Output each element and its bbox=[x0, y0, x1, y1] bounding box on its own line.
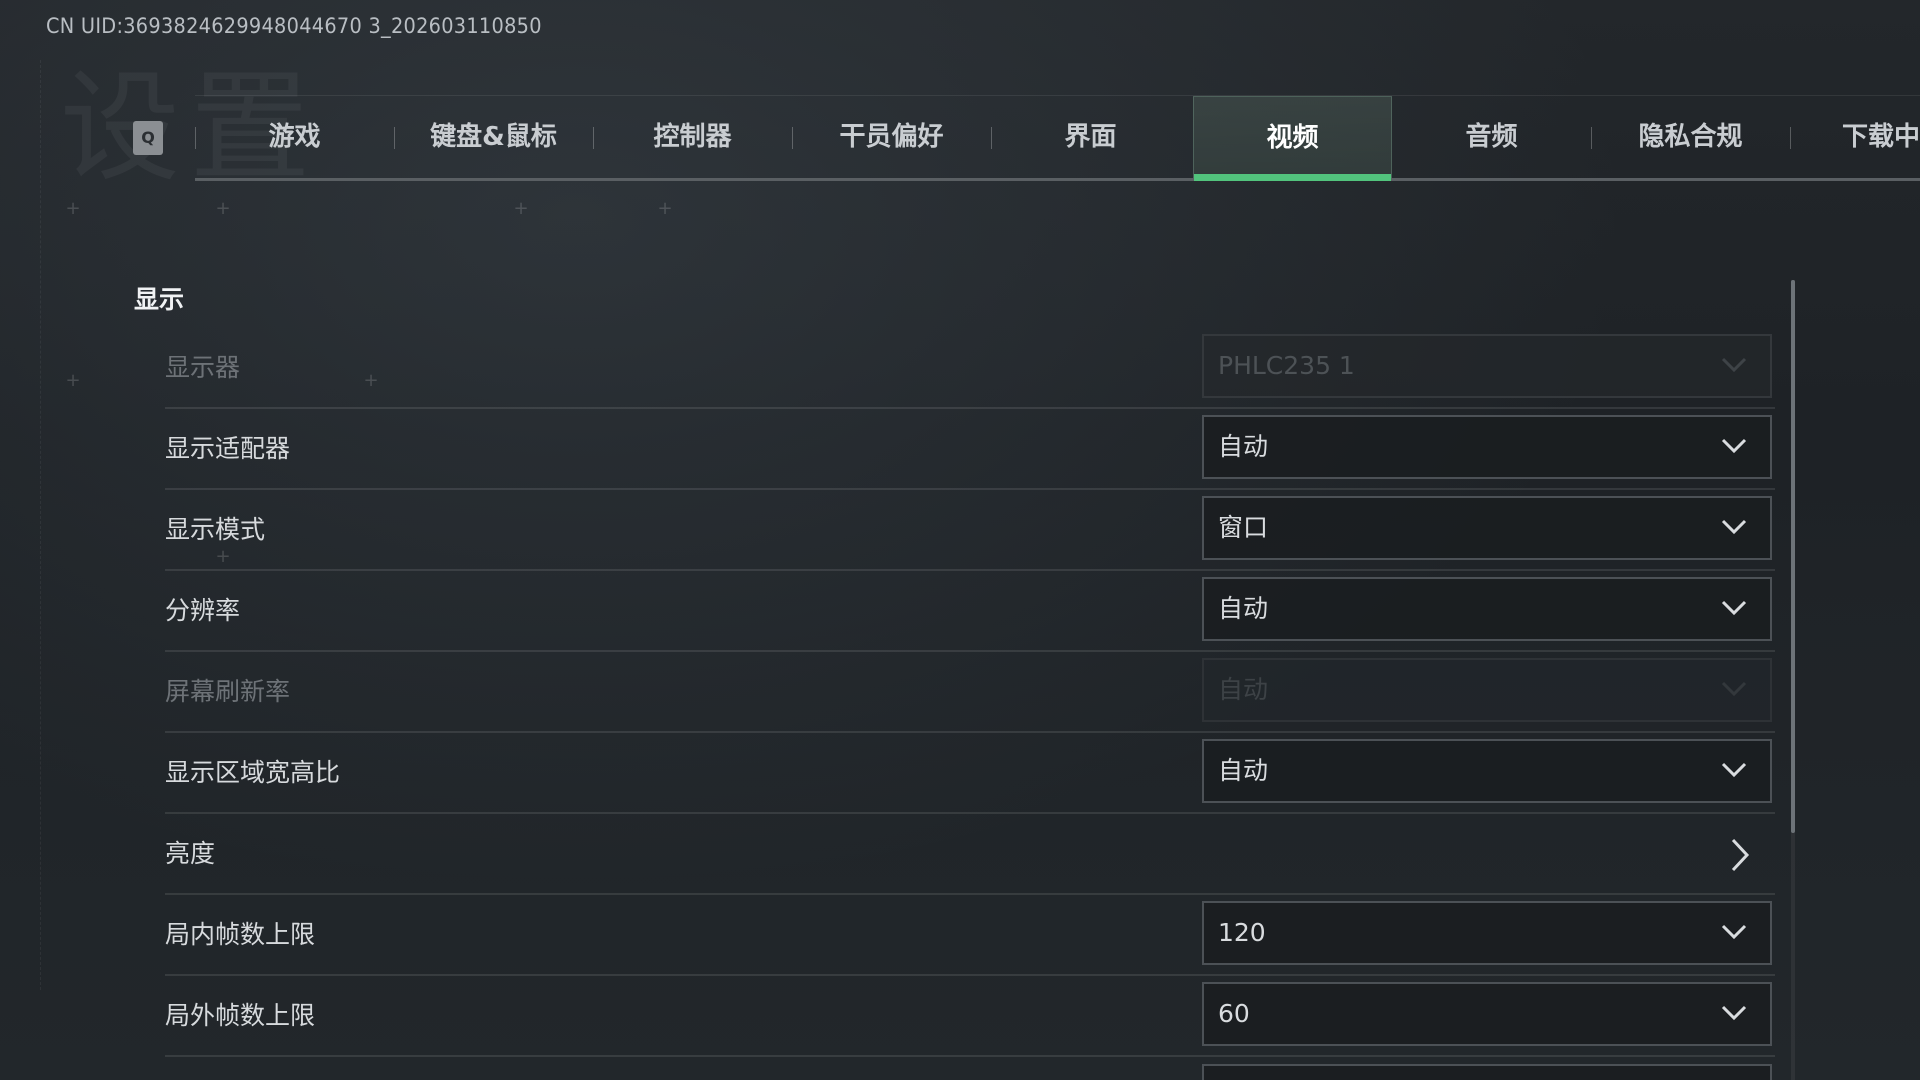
tab-privacy-compliance[interactable]: 隐私合规 bbox=[1591, 96, 1790, 178]
crosshair-icon: + bbox=[657, 198, 673, 219]
setting-label: 显示模式 bbox=[165, 515, 266, 544]
monitor-dropdown: PHLC235 1 bbox=[1202, 334, 1772, 398]
display-adapter-dropdown[interactable]: 自动 bbox=[1202, 415, 1772, 479]
dropdown-value: 自动 bbox=[1218, 432, 1269, 461]
crosshair-icon: + bbox=[215, 198, 231, 219]
dropdown-value: 自动 bbox=[1218, 756, 1269, 785]
setting-label: 显示区域宽高比 bbox=[165, 758, 341, 787]
crosshair-icon: + bbox=[65, 370, 81, 391]
setting-row-display-adapter: 显示适配器 自动 bbox=[165, 410, 1775, 490]
settings-screen: 设置 + + + + + + + CN UID:3693824629948044… bbox=[0, 0, 1920, 1080]
tab-audio[interactable]: 音频 bbox=[1392, 96, 1591, 178]
chevron-down-icon bbox=[1721, 600, 1747, 616]
chevron-down-icon bbox=[1721, 1005, 1747, 1021]
setting-label: 分辨率 bbox=[165, 596, 241, 625]
chevron-down-icon bbox=[1721, 924, 1747, 940]
tab-downloading[interactable]: 下载中 bbox=[1790, 96, 1920, 178]
chevron-down-icon bbox=[1721, 519, 1747, 535]
setting-row-aspect-ratio: 显示区域宽高比 自动 bbox=[165, 734, 1775, 814]
setting-row-refresh-rate: 屏幕刷新率 自动 bbox=[165, 653, 1775, 733]
setting-label: 亮度 bbox=[165, 839, 216, 868]
refresh-rate-dropdown: 自动 bbox=[1202, 658, 1772, 722]
tab-video[interactable]: 视频 bbox=[1193, 96, 1392, 181]
prev-tab-key-hint[interactable]: Q bbox=[133, 121, 163, 155]
decorative-scale bbox=[40, 60, 43, 990]
crosshair-icon: + bbox=[65, 198, 81, 219]
display-mode-dropdown[interactable]: 窗口 bbox=[1202, 496, 1772, 560]
crosshair-icon: + bbox=[513, 198, 529, 219]
dropdown-value: 120 bbox=[1218, 918, 1266, 947]
chevron-down-icon bbox=[1721, 357, 1747, 373]
tab-controller[interactable]: 控制器 bbox=[593, 96, 792, 178]
resolution-dropdown[interactable]: 自动 bbox=[1202, 577, 1772, 641]
chevron-down-icon bbox=[1721, 438, 1747, 454]
tab-keyboard-mouse[interactable]: 键盘&鼠标 bbox=[394, 96, 593, 178]
setting-label: 局外帧数上限 bbox=[165, 1001, 316, 1030]
setting-row-outgame-fps-limit: 局外帧数上限 60 bbox=[165, 977, 1775, 1057]
tab-game[interactable]: 游戏 bbox=[195, 96, 394, 178]
scrollbar-thumb[interactable] bbox=[1791, 280, 1795, 833]
aspect-ratio-dropdown[interactable]: 自动 bbox=[1202, 739, 1772, 803]
dropdown-value: 窗口 bbox=[1218, 513, 1269, 542]
setting-row-ingame-fps-limit: 局内帧数上限 120 bbox=[165, 896, 1775, 976]
tab-bar-underline bbox=[195, 178, 1920, 181]
dropdown-value: PHLC235 1 bbox=[1218, 351, 1355, 380]
next-setting-dropdown-partial[interactable] bbox=[1202, 1064, 1772, 1080]
setting-row-brightness[interactable]: 亮度 bbox=[165, 815, 1775, 895]
setting-row-display-mode: 显示模式 窗口 bbox=[165, 491, 1775, 571]
setting-label: 显示器 bbox=[165, 353, 241, 382]
outgame-fps-limit-dropdown[interactable]: 60 bbox=[1202, 982, 1772, 1046]
setting-row-monitor: 显示器 PHLC235 1 bbox=[165, 329, 1775, 409]
section-title-display: 显示 bbox=[134, 285, 185, 314]
dropdown-value: 自动 bbox=[1218, 594, 1269, 623]
tab-interface[interactable]: 界面 bbox=[991, 96, 1190, 178]
chevron-down-icon bbox=[1721, 762, 1747, 778]
uid-label: CN UID:3693824629948044670 3_20260311085… bbox=[46, 14, 542, 38]
chevron-right-icon[interactable] bbox=[1729, 837, 1751, 873]
setting-label: 显示适配器 bbox=[165, 434, 291, 463]
dropdown-value: 自动 bbox=[1218, 675, 1269, 704]
ingame-fps-limit-dropdown[interactable]: 120 bbox=[1202, 901, 1772, 965]
setting-label: 局内帧数上限 bbox=[165, 920, 316, 949]
chevron-down-icon bbox=[1721, 681, 1747, 697]
dropdown-value: 60 bbox=[1218, 999, 1250, 1028]
setting-label: 屏幕刷新率 bbox=[165, 677, 291, 706]
tab-operator-preferences[interactable]: 干员偏好 bbox=[792, 96, 991, 178]
setting-row-resolution: 分辨率 自动 bbox=[165, 572, 1775, 652]
